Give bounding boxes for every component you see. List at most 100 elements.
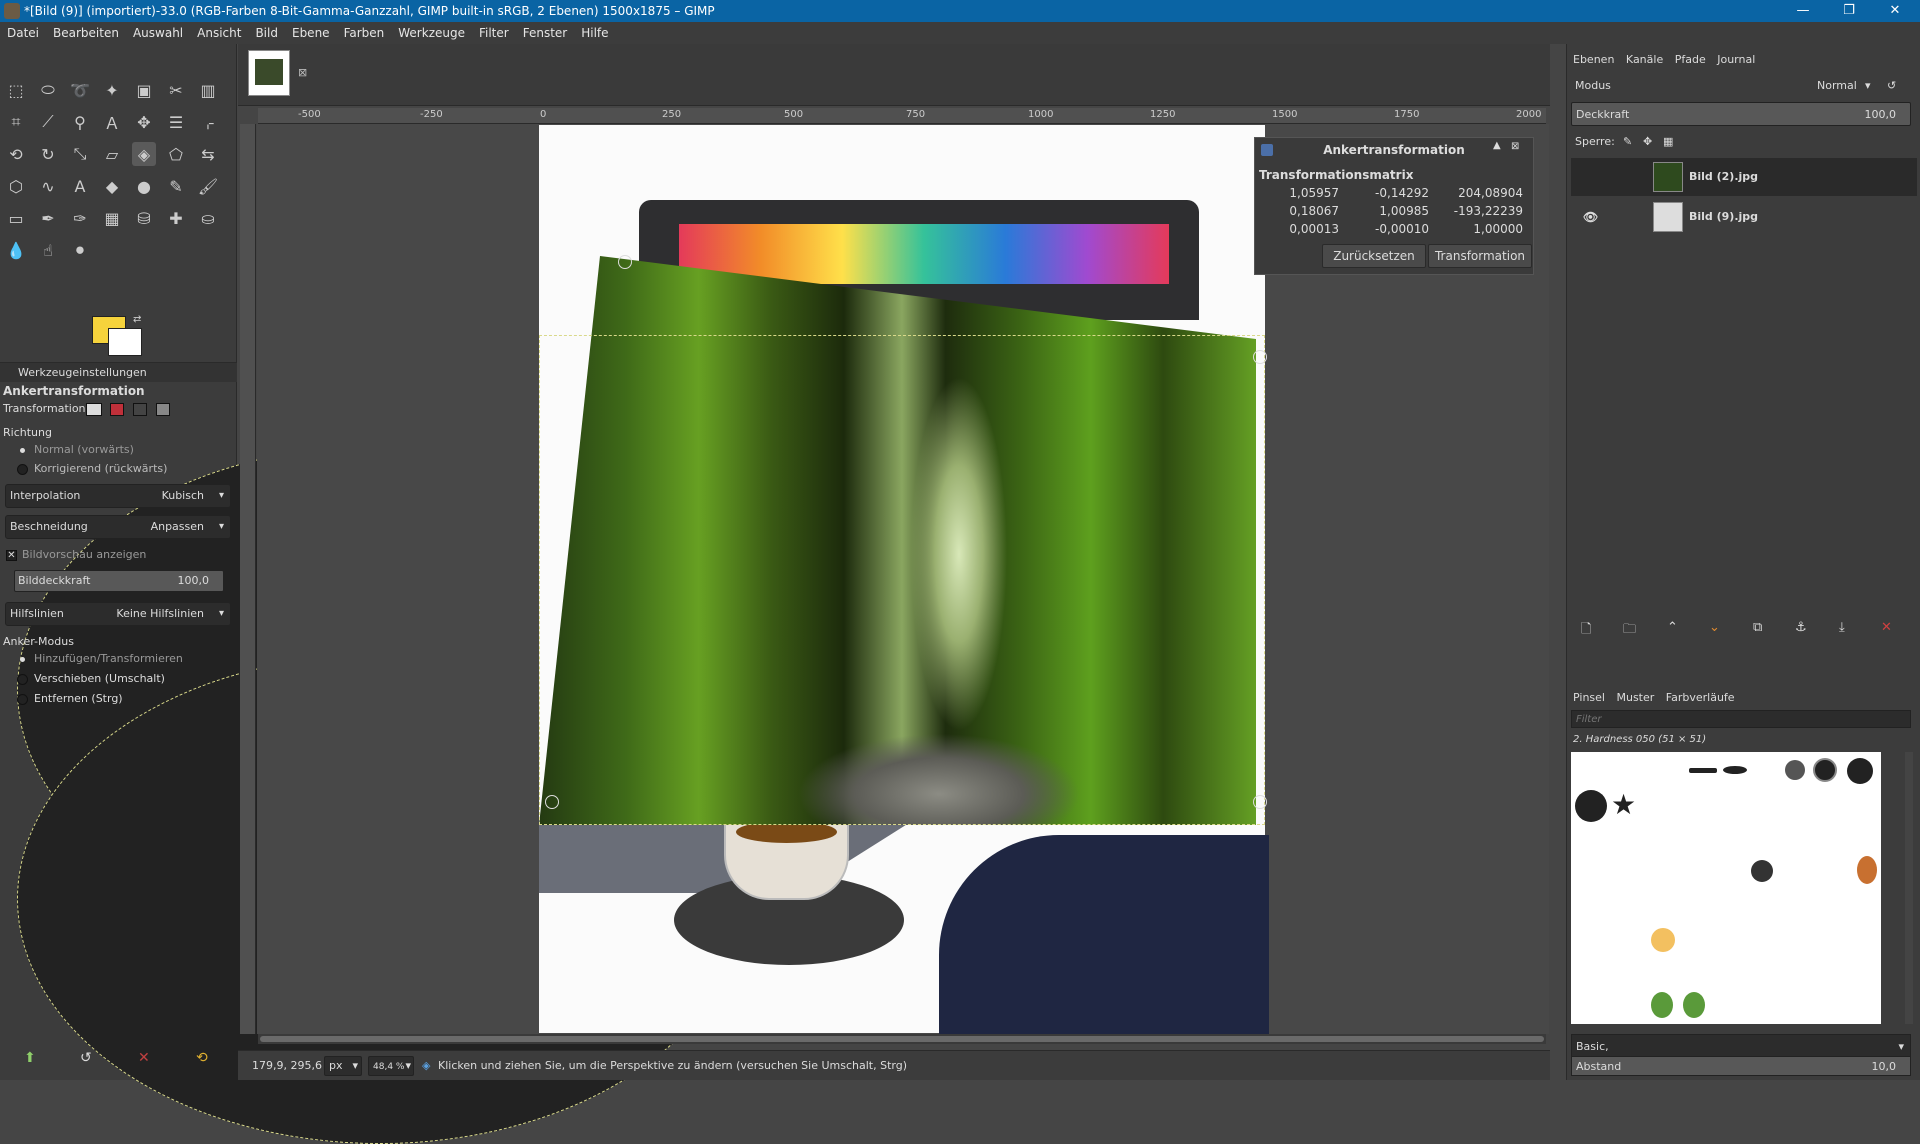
eraser-tool-icon[interactable]: ▭ [4,206,28,230]
menu-farben[interactable]: Farben [337,22,392,44]
reset-options-icon[interactable]: ⟲ [196,1050,208,1066]
brush-item[interactable] [1847,758,1873,784]
bucket-fill-tool-icon[interactable]: ◆ [100,174,124,198]
measure-tool-icon[interactable]: ⟋ [36,110,60,134]
rect-select-tool-icon[interactable]: ⬚ [4,78,28,102]
brush-spacing-slider[interactable]: Abstand 10,0 [1571,1056,1911,1076]
transform-image-icon[interactable] [156,403,170,416]
type-tool-icon[interactable]: A [68,174,92,198]
brush-item[interactable] [1651,992,1673,1018]
unified-transform-tool-icon[interactable]: ⟲ [4,142,28,166]
lower-layer-icon[interactable]: ⌄ [1709,620,1720,635]
fuzzy-select-tool-icon[interactable]: ✦ [100,78,124,102]
pencil-tool-icon[interactable]: ✎ [164,174,188,198]
align-tool-icon[interactable]: ☰ [164,110,188,134]
new-group-icon[interactable]: 🗀 [1623,620,1636,642]
layer-row[interactable]: 👁 Bild (9).jpg [1571,198,1917,236]
close-icon[interactable]: ⊠ [298,66,307,79]
warp-tool-icon[interactable]: ∿ [36,174,60,198]
tab-brushes[interactable]: Pinsel [1573,691,1605,704]
horizontal-scrollbar[interactable] [258,1034,1546,1044]
tab-gradients[interactable]: Farbverläufe [1666,691,1735,704]
ellipse-select-tool-icon[interactable]: ⬭ [36,78,60,102]
transform-handle[interactable] [1253,795,1267,809]
brush-item[interactable] [1785,760,1805,780]
duplicate-layer-icon[interactable]: ⧉ [1753,620,1762,635]
star-brush-icon[interactable]: ★ [1611,788,1636,821]
menu-bearbeiten[interactable]: Bearbeiten [46,22,126,44]
cage-tool-icon[interactable]: ⬡ [4,174,28,198]
menu-ebene[interactable]: Ebene [285,22,337,44]
transform-selection-icon[interactable] [110,403,124,416]
delete-layer-icon[interactable]: ✕ [1881,620,1892,635]
layer-opacity-slider[interactable]: Deckkraft 100,0 [1571,102,1911,126]
transform-button[interactable]: Transformation [1428,244,1532,268]
delete-options-icon[interactable]: ✕ [138,1050,150,1066]
brush-item[interactable] [1723,766,1747,774]
menu-auswahl[interactable]: Auswahl [126,22,190,44]
guides-combo[interactable]: Hilfslinien Keine Hilfslinien ▾ [5,602,231,626]
anchor-layer-icon[interactable]: ⚓ [1795,620,1807,635]
brush-item[interactable] [1575,790,1607,822]
clone-tool-icon[interactable]: ⛁ [132,206,156,230]
dodge-burn-tool-icon[interactable]: ⚫ [68,238,92,262]
close-icon[interactable]: ⊠ [1511,141,1519,152]
menu-werkzeuge[interactable]: Werkzeuge [391,22,472,44]
close-button[interactable]: ✕ [1872,0,1918,22]
gradient-tool-icon[interactable]: ● [132,174,156,198]
transform-layer-icon[interactable] [86,403,102,416]
blur-tool-icon[interactable]: 💧 [4,238,28,262]
foreground-select-tool-icon[interactable]: ▣ [132,78,156,102]
merge-layer-icon[interactable]: ⤓ [1839,620,1845,635]
lasso-tool-icon[interactable]: ➰ [68,78,92,102]
perspective-clone-tool-icon[interactable]: ⛀ [196,206,220,230]
image-thumbnail[interactable] [248,50,290,96]
handle-transform-tool-icon[interactable]: ◈ [132,142,156,166]
paths-select-tool-icon[interactable]: ▥ [196,78,220,102]
mode-row[interactable]: Modus Normal ▾ ↺ [1571,74,1911,98]
restore-options-icon[interactable]: ↺ [80,1050,92,1066]
airbrush-tool-icon[interactable]: ✒ [36,206,60,230]
tab-journal[interactable]: Journal [1717,53,1755,66]
menu-datei[interactable]: Datei [0,22,46,44]
brush-item[interactable] [1813,758,1837,782]
menu-fenster[interactable]: Fenster [516,22,575,44]
menu-bild[interactable]: Bild [248,22,285,44]
anchor-remove-radio[interactable] [17,694,28,705]
reset-mode-icon[interactable]: ↺ [1887,74,1896,98]
heal-tool-icon[interactable]: ✚ [164,206,188,230]
brush-item[interactable] [1651,928,1675,952]
brush-item[interactable] [1751,860,1773,882]
layer-row[interactable]: Bild (2).jpg [1571,158,1917,196]
lock-pixels-icon[interactable]: ✎ [1623,130,1632,154]
transform-handle[interactable] [545,795,559,809]
mypaint-brush-tool-icon[interactable]: ▦ [100,206,124,230]
crop-frame-tool-icon[interactable]: ⌌ [196,110,220,134]
transform-handle[interactable] [1253,350,1267,364]
brush-grid[interactable]: ★ [1571,752,1881,1024]
anchor-move-radio[interactable] [17,674,28,685]
lock-position-icon[interactable]: ✥ [1643,130,1652,154]
collapse-icon[interactable]: ▲ [1493,140,1501,151]
new-layer-icon[interactable]: 🗋 [1581,620,1591,642]
paintbrush-tool-icon[interactable]: 🖌 [196,174,220,198]
eye-icon[interactable]: 👁 [1583,198,1598,236]
brush-item[interactable] [1689,768,1717,773]
raise-layer-icon[interactable]: ⌃ [1667,620,1678,635]
save-options-icon[interactable]: ⬆ [24,1050,36,1066]
tab-layers[interactable]: Ebenen [1573,53,1614,66]
scissors-tool-icon[interactable]: ✂ [164,78,188,102]
scale-tool-icon[interactable]: ⤡ [68,142,92,166]
flip-tool-icon[interactable]: ⇆ [196,142,220,166]
shear-tool-icon[interactable]: ▱ [100,142,124,166]
reset-button[interactable]: Zurücksetzen [1322,244,1426,268]
tool-options-tab[interactable]: Werkzeugeinstellungen [0,362,237,382]
background-color-swatch[interactable] [108,328,142,356]
menu-filter[interactable]: Filter [472,22,516,44]
direction-corrective-radio[interactable] [17,464,28,475]
move-tool-icon[interactable]: ✥ [132,110,156,134]
crop-tool-icon[interactable]: ⌗ [4,110,28,134]
swap-colors-icon[interactable]: ⇄ [133,314,141,325]
transform-path-icon[interactable] [133,403,147,416]
maximize-button[interactable]: ❐ [1826,0,1872,22]
